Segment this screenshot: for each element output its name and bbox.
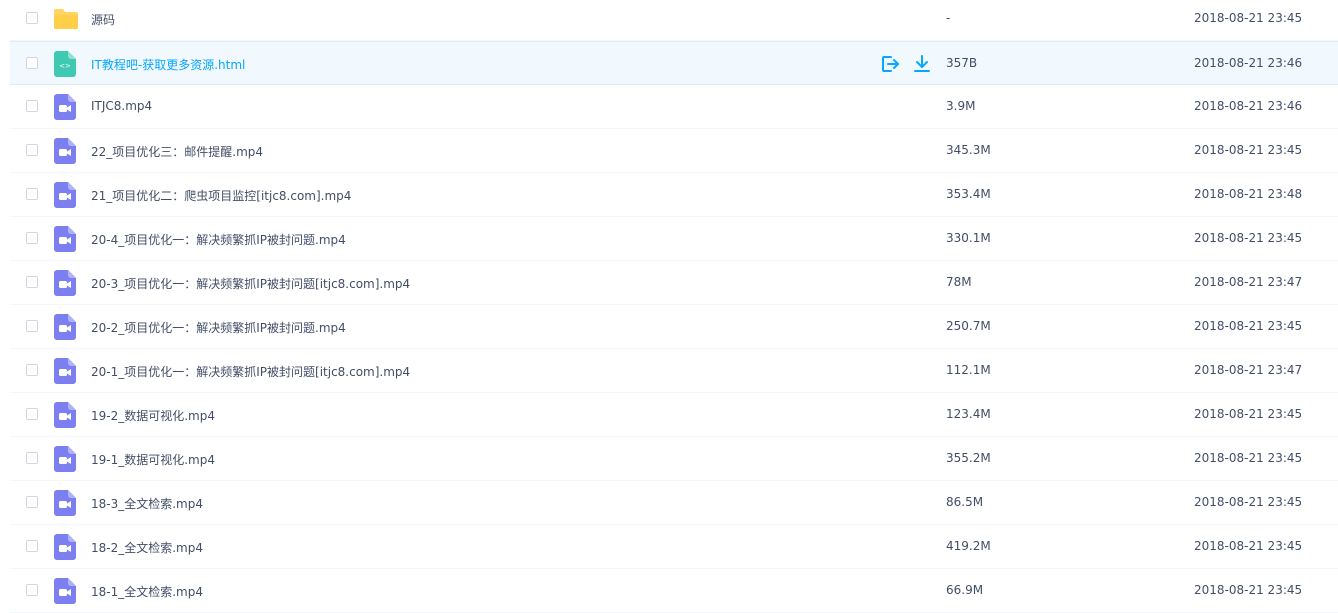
file-size: 3.9M <box>946 99 976 113</box>
file-size: 112.1M <box>946 363 991 377</box>
video-file-icon <box>54 402 76 428</box>
video-file-icon <box>54 226 76 252</box>
file-row[interactable]: 18-2_全文检索.mp4 419.2M 2018-08-21 23:45 <box>10 525 1338 569</box>
row-checkbox[interactable] <box>26 584 38 596</box>
file-row[interactable]: 19-2_数据可视化.mp4 123.4M 2018-08-21 23:45 <box>10 393 1338 437</box>
file-name[interactable]: 22_项目优化三：邮件提醒.mp4 <box>91 143 263 160</box>
file-name[interactable]: 源码 <box>91 11 115 28</box>
file-row[interactable]: <> IT教程吧-获取更多资源.html 357B 2018-08-21 23:… <box>10 41 1338 85</box>
video-file-icon <box>54 94 76 120</box>
file-name[interactable]: 19-1_数据可视化.mp4 <box>91 451 215 468</box>
file-size: 250.7M <box>946 319 991 333</box>
file-modified-date: 2018-08-21 23:47 <box>1194 363 1303 377</box>
video-file-icon <box>54 270 76 296</box>
share-icon[interactable] <box>880 54 900 74</box>
row-checkbox[interactable] <box>26 232 38 244</box>
file-size: 419.2M <box>946 539 991 553</box>
file-size: 123.4M <box>946 407 991 421</box>
file-name[interactable]: 21_项目优化二：爬虫项目监控[itjc8.com].mp4 <box>91 187 351 204</box>
file-modified-date: 2018-08-21 23:47 <box>1194 275 1303 289</box>
file-row[interactable]: 20-1_项目优化一：解决频繁抓IP被封问题[itjc8.com].mp4 11… <box>10 349 1338 393</box>
file-size: 353.4M <box>946 187 991 201</box>
file-name[interactable]: 18-2_全文检索.mp4 <box>91 539 203 556</box>
file-name[interactable]: 20-4_项目优化一：解决频繁抓IP被封问题.mp4 <box>91 231 346 248</box>
file-name[interactable]: 20-1_项目优化一：解决频繁抓IP被封问题[itjc8.com].mp4 <box>91 363 410 380</box>
file-modified-date: 2018-08-21 23:45 <box>1194 495 1303 509</box>
file-list: 源码 - 2018-08-21 23:45 <> IT教程吧-获取更多资源.ht… <box>0 0 1338 613</box>
file-row[interactable]: 20-3_项目优化一：解决频繁抓IP被封问题[itjc8.com].mp4 78… <box>10 261 1338 305</box>
file-row[interactable]: 19-1_数据可视化.mp4 355.2M 2018-08-21 23:45 <box>10 437 1338 481</box>
video-file-icon <box>54 534 76 560</box>
video-file-icon <box>54 358 76 384</box>
row-checkbox[interactable] <box>26 57 38 69</box>
file-size: 357B <box>946 56 978 70</box>
file-size: 78M <box>946 275 972 289</box>
file-row[interactable]: 21_项目优化二：爬虫项目监控[itjc8.com].mp4 353.4M 20… <box>10 173 1338 217</box>
file-name[interactable]: 20-2_项目优化一：解决频繁抓IP被封问题.mp4 <box>91 319 346 336</box>
file-modified-date: 2018-08-21 23:45 <box>1194 451 1303 465</box>
svg-text:<>: <> <box>59 62 71 70</box>
file-name[interactable]: 18-1_全文检索.mp4 <box>91 583 203 600</box>
folder-icon <box>53 8 78 34</box>
row-checkbox[interactable] <box>26 408 38 420</box>
file-name[interactable]: 20-3_项目优化一：解决频繁抓IP被封问题[itjc8.com].mp4 <box>91 275 410 292</box>
html-file-icon: <> <box>54 51 76 77</box>
file-size: 86.5M <box>946 495 984 509</box>
row-actions <box>880 54 932 74</box>
download-icon[interactable] <box>912 54 932 74</box>
row-checkbox[interactable] <box>26 540 38 552</box>
file-size: - <box>946 11 951 25</box>
file-name[interactable]: IT教程吧-获取更多资源.html <box>91 56 245 73</box>
file-modified-date: 2018-08-21 23:45 <box>1194 231 1303 245</box>
file-name[interactable]: ITJC8.mp4 <box>91 99 152 113</box>
row-checkbox[interactable] <box>26 188 38 200</box>
file-name[interactable]: 19-2_数据可视化.mp4 <box>91 407 215 424</box>
row-checkbox[interactable] <box>26 144 38 156</box>
video-file-icon <box>54 314 76 340</box>
row-checkbox[interactable] <box>26 452 38 464</box>
row-checkbox[interactable] <box>26 12 38 24</box>
file-size: 355.2M <box>946 451 991 465</box>
file-size: 330.1M <box>946 231 991 245</box>
file-size: 66.9M <box>946 583 984 597</box>
row-checkbox[interactable] <box>26 320 38 332</box>
file-modified-date: 2018-08-21 23:45 <box>1194 583 1303 597</box>
file-modified-date: 2018-08-21 23:45 <box>1194 143 1303 157</box>
file-row[interactable]: 源码 - 2018-08-21 23:45 <box>10 0 1338 41</box>
file-modified-date: 2018-08-21 23:45 <box>1194 539 1303 553</box>
file-row[interactable]: 18-1_全文检索.mp4 66.9M 2018-08-21 23:45 <box>10 569 1338 613</box>
file-size: 345.3M <box>946 143 991 157</box>
video-file-icon <box>54 182 76 208</box>
row-checkbox[interactable] <box>26 364 38 376</box>
file-modified-date: 2018-08-21 23:45 <box>1194 319 1303 333</box>
video-file-icon <box>54 578 76 604</box>
video-file-icon <box>54 490 76 516</box>
video-file-icon <box>54 138 76 164</box>
row-checkbox[interactable] <box>26 100 38 112</box>
file-modified-date: 2018-08-21 23:46 <box>1194 99 1303 113</box>
file-row[interactable]: 20-4_项目优化一：解决频繁抓IP被封问题.mp4 330.1M 2018-0… <box>10 217 1338 261</box>
file-modified-date: 2018-08-21 23:45 <box>1194 11 1303 25</box>
file-modified-date: 2018-08-21 23:46 <box>1194 56 1303 70</box>
row-checkbox[interactable] <box>26 496 38 508</box>
file-row[interactable]: 22_项目优化三：邮件提醒.mp4 345.3M 2018-08-21 23:4… <box>10 129 1338 173</box>
row-checkbox[interactable] <box>26 276 38 288</box>
file-row[interactable]: 20-2_项目优化一：解决频繁抓IP被封问题.mp4 250.7M 2018-0… <box>10 305 1338 349</box>
file-name[interactable]: 18-3_全文检索.mp4 <box>91 495 203 512</box>
file-modified-date: 2018-08-21 23:45 <box>1194 407 1303 421</box>
file-row[interactable]: 18-3_全文检索.mp4 86.5M 2018-08-21 23:45 <box>10 481 1338 525</box>
video-file-icon <box>54 446 76 472</box>
file-row[interactable]: ITJC8.mp4 3.9M 2018-08-21 23:46 <box>10 85 1338 129</box>
file-modified-date: 2018-08-21 23:48 <box>1194 187 1303 201</box>
